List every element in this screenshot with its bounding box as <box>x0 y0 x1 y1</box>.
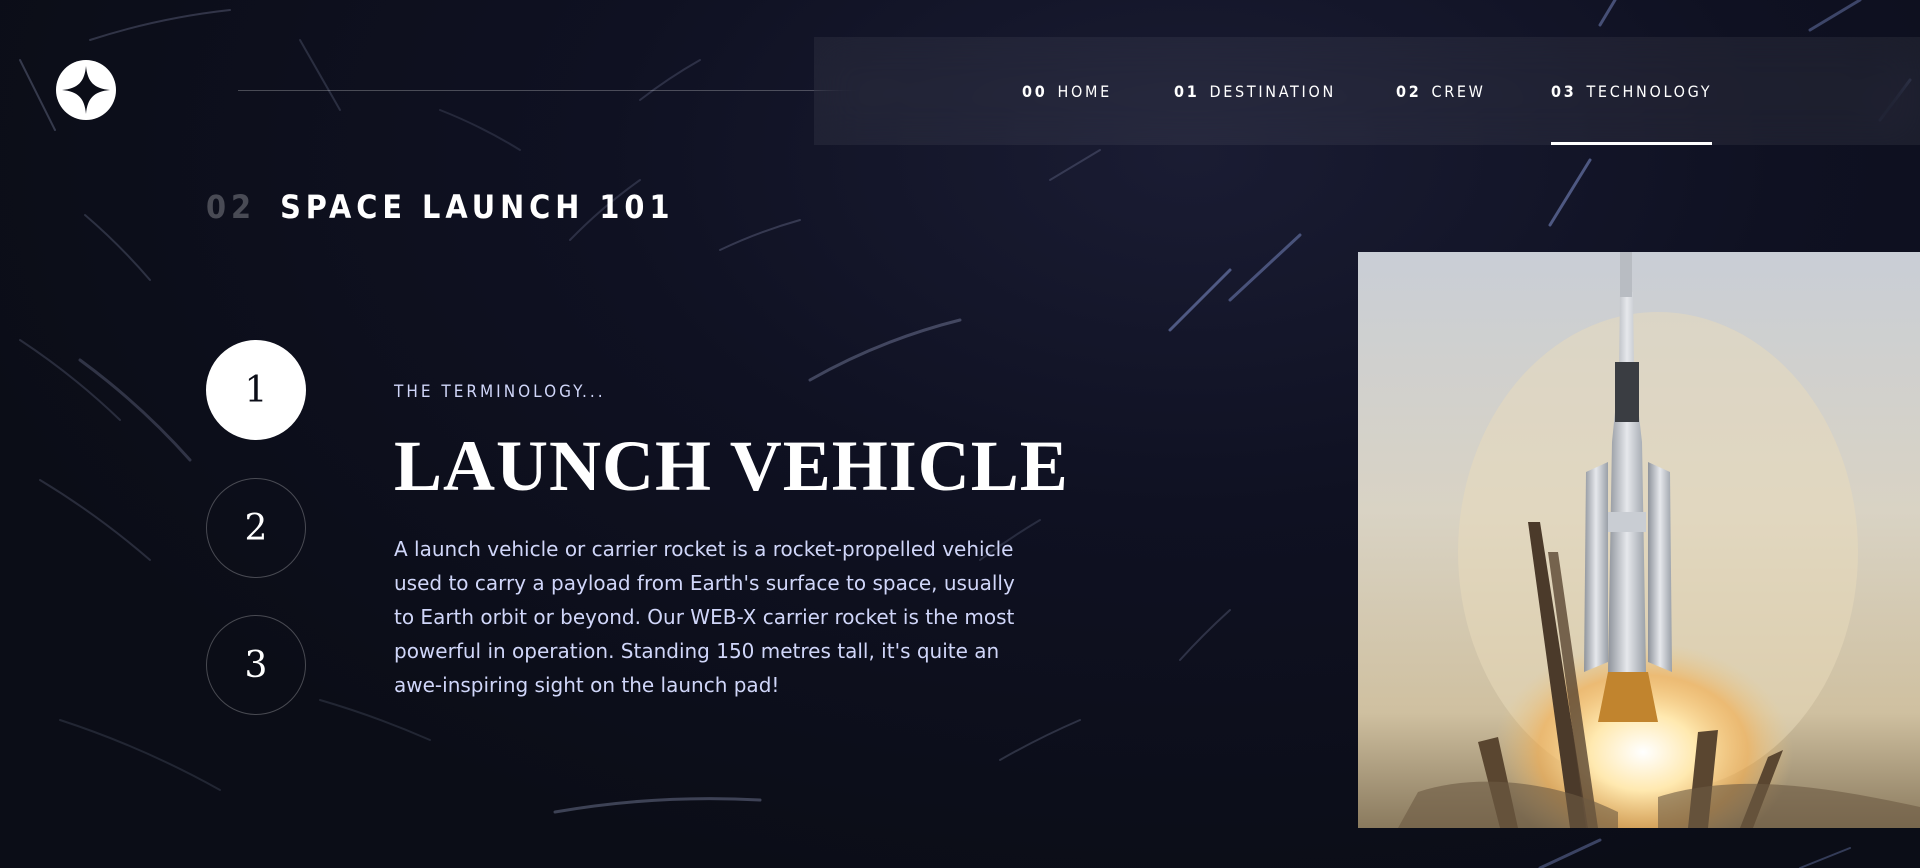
page-heading: 02 SPACE LAUNCH 101 <box>206 188 674 226</box>
logo[interactable] <box>56 60 116 120</box>
nav-item-home[interactable]: 00 HOME <box>1022 37 1112 145</box>
nav-item-label: HOME <box>1057 81 1112 101</box>
primary-navigation: 00 HOME 01 DESTINATION 02 CREW 03 TECHNO… <box>814 37 1920 145</box>
four-point-star-logo-icon <box>62 66 110 114</box>
terminology-eyebrow: THE TERMINOLOGY... <box>394 382 606 402</box>
page-heading-label: SPACE LAUNCH 101 <box>280 188 675 226</box>
step-button-2[interactable]: 2 <box>206 478 306 578</box>
technology-title: LAUNCH VEHICLE <box>394 426 1069 506</box>
step-button-3[interactable]: 3 <box>206 615 306 715</box>
nav-item-number: 01 <box>1174 81 1200 101</box>
nav-item-destination[interactable]: 01 DESTINATION <box>1174 37 1336 145</box>
nav-item-number: 00 <box>1022 81 1048 101</box>
launch-vehicle-image <box>1358 252 1920 828</box>
nav-item-label: CREW <box>1431 81 1486 101</box>
technology-description: A launch vehicle or carrier rocket is a … <box>394 537 1015 697</box>
step-button-1[interactable]: 1 <box>206 340 306 440</box>
nav-item-technology[interactable]: 03 TECHNOLOGY <box>1551 37 1713 145</box>
page-heading-number: 02 <box>206 188 257 226</box>
nav-item-label: DESTINATION <box>1209 81 1336 101</box>
nav-item-number: 03 <box>1551 81 1577 101</box>
header-divider-line <box>238 90 902 91</box>
nav-item-number: 02 <box>1396 81 1422 101</box>
nav-item-label: TECHNOLOGY <box>1586 81 1713 101</box>
nav-item-crew[interactable]: 02 CREW <box>1396 37 1486 145</box>
